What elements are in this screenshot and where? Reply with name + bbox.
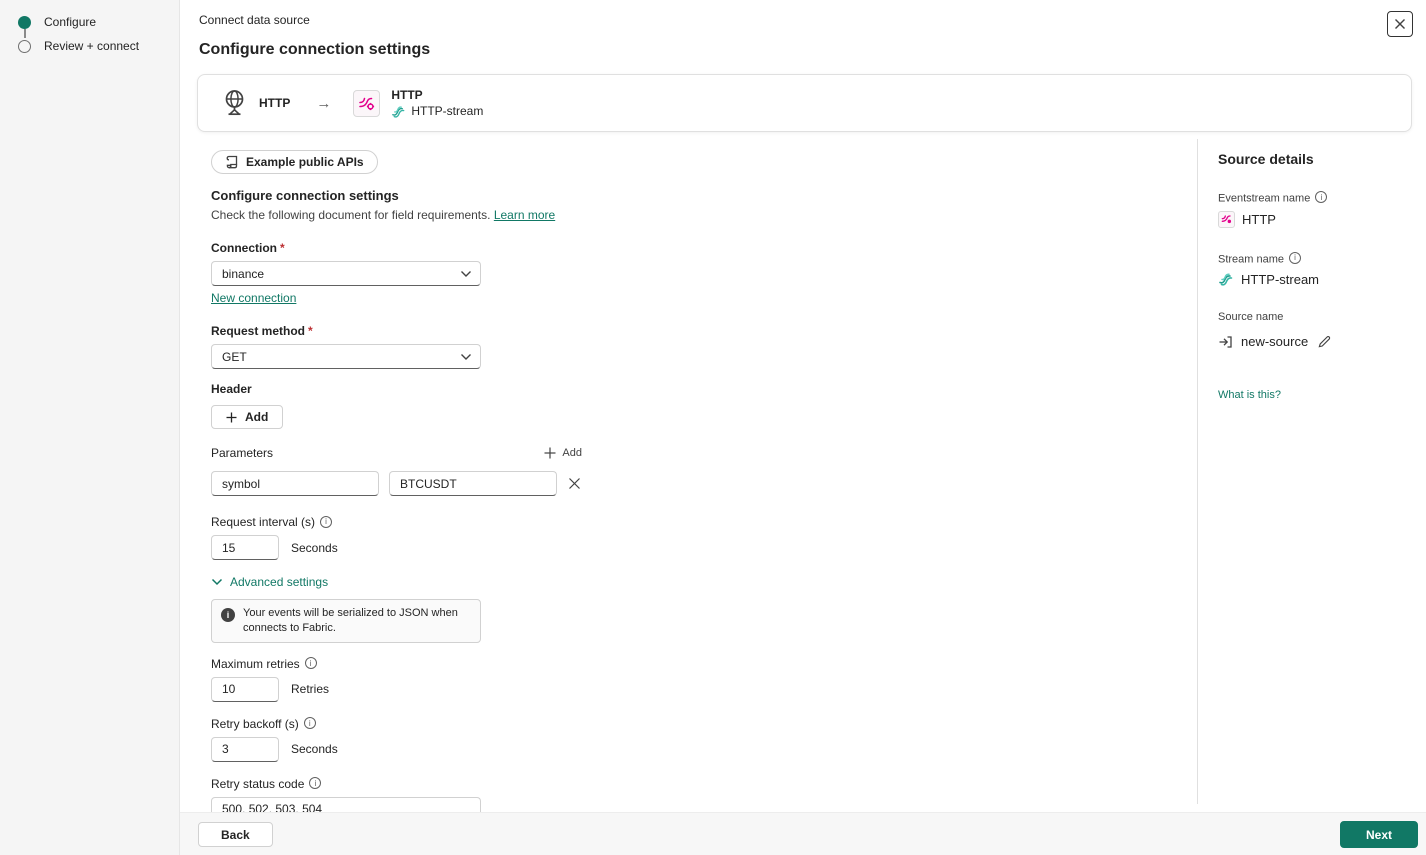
info-icon: i <box>320 515 333 528</box>
header-add-button[interactable]: Add <box>211 405 284 429</box>
connection-dropdown[interactable]: binance <box>211 261 481 286</box>
globe-icon <box>225 90 244 116</box>
parameter-remove-button[interactable] <box>566 475 583 492</box>
retry-backoff-unit: Seconds <box>291 742 338 757</box>
eventstream-name-value-row: HTTP <box>1218 210 1412 228</box>
request-interval-label: Request interval (s) i <box>211 515 1197 529</box>
plus-icon <box>226 412 237 422</box>
required-mark: * <box>308 324 313 338</box>
learn-more-link[interactable]: Learn more <box>494 208 555 222</box>
parameter-key-input[interactable] <box>211 471 379 496</box>
target-node-stream-label: HTTP-stream <box>411 104 484 118</box>
step-label: Configure <box>44 15 97 29</box>
connection-form: Example public APIs Configure connection… <box>197 139 1197 822</box>
connection-label: Connection * <box>211 241 285 255</box>
section-title: Configure connection settings <box>211 188 399 203</box>
request-interval-input[interactable] <box>211 535 279 560</box>
maximum-retries-unit: Retries <box>291 682 330 697</box>
page-title: Configure connection settings <box>199 41 431 58</box>
chevron-down-icon <box>211 578 223 586</box>
required-mark: * <box>280 241 285 255</box>
edit-source-name-button[interactable] <box>1315 332 1334 351</box>
request-method-dropdown[interactable]: GET <box>211 344 481 369</box>
step-label: Review + connect <box>44 39 140 53</box>
request-method-label: Request method * <box>211 324 313 338</box>
serialization-info-text: Your events will be serialized to JSON w… <box>243 607 458 634</box>
example-public-apis-button[interactable]: Example public APIs <box>211 150 378 174</box>
info-filled-icon: i <box>221 608 235 622</box>
chevron-down-icon <box>461 270 471 277</box>
plus-icon <box>544 447 556 459</box>
maximum-retries-label: Maximum retries i <box>211 657 1197 671</box>
eventstream-name-label: Eventstream name i <box>1218 191 1412 205</box>
back-button[interactable]: Back <box>198 822 273 847</box>
parameters-add-button[interactable]: Add <box>544 447 582 459</box>
advanced-settings-toggle[interactable]: Advanced settings <box>211 575 1197 589</box>
breadcrumb: Connect data source <box>199 13 310 27</box>
main-panel: Connect data source Configure connection… <box>180 0 1426 822</box>
parameters-label: Parameters <box>211 446 274 460</box>
new-connection-link[interactable]: New connection <box>211 291 296 305</box>
close-button[interactable] <box>1387 11 1413 37</box>
info-icon: i <box>1289 251 1302 264</box>
serialization-info-box: i Your events will be serialized to JSON… <box>211 599 481 643</box>
what-is-this-link[interactable]: What is this? <box>1218 389 1281 401</box>
info-icon: i <box>309 777 322 790</box>
close-icon <box>1395 19 1405 29</box>
info-icon: i <box>303 717 316 730</box>
stream-icon <box>392 105 405 118</box>
request-interval-unit: Seconds <box>291 540 338 555</box>
step-active-dot-icon <box>18 15 31 29</box>
section-subtitle: Check the following document for field r… <box>211 208 556 222</box>
header-label: Header <box>211 382 252 396</box>
eventstream-icon <box>1221 215 1231 224</box>
stream-name-value: HTTP-stream <box>1241 271 1319 287</box>
target-node: HTTP HTTP-stream <box>391 88 483 119</box>
parameter-row <box>211 471 1197 496</box>
info-icon: i <box>304 657 317 670</box>
eventstream-icon-box <box>353 89 381 117</box>
chevron-down-icon <box>461 353 471 360</box>
step-pending-dot-icon <box>18 39 31 53</box>
source-name-value: new-source <box>1241 334 1309 349</box>
stream-icon <box>1219 273 1233 286</box>
script-icon <box>226 155 238 169</box>
source-node: HTTP <box>222 89 290 117</box>
eventstream-name-value: HTTP <box>1242 211 1276 227</box>
stream-name-label: Stream name i <box>1218 251 1412 265</box>
pencil-icon <box>1318 336 1331 348</box>
source-flow-card: HTTP → HTTP HTTP-stream <box>197 74 1412 132</box>
step-configure[interactable]: Configure <box>18 10 179 34</box>
step-review-connect[interactable]: Review + connect <box>18 34 179 58</box>
footer-bar: Back Next <box>180 812 1426 855</box>
eventstream-icon <box>359 97 374 111</box>
info-icon: i <box>1315 191 1328 203</box>
source-name-value-row: new-source <box>1218 332 1412 351</box>
next-button[interactable]: Next <box>1340 821 1418 848</box>
source-name-label: Source name <box>1218 311 1284 323</box>
dismiss-icon <box>569 478 580 489</box>
maximum-retries-input[interactable] <box>211 676 279 702</box>
stream-name-value-row: HTTP-stream <box>1218 271 1412 287</box>
retry-status-code-label: Retry status code i <box>211 777 1197 791</box>
flow-arrow-icon: → <box>316 94 332 112</box>
source-node-label: HTTP <box>259 96 291 110</box>
sign-in-icon <box>1219 335 1232 348</box>
target-node-title: HTTP <box>391 87 423 102</box>
source-details-title: Source details <box>1218 151 1314 167</box>
wizard-steps: Configure Review + connect <box>0 0 179 58</box>
retry-backoff-input[interactable] <box>211 736 279 762</box>
retry-backoff-label: Retry backoff (s) i <box>211 717 1197 731</box>
eventstream-icon-box <box>1218 210 1235 228</box>
source-details-panel: Source details Eventstream name i HTTP St… <box>1197 139 1412 804</box>
parameter-value-input[interactable] <box>389 471 557 496</box>
wizard-sidebar: Configure Review + connect <box>0 0 180 855</box>
content-row: Example public APIs Configure connection… <box>197 139 1412 822</box>
